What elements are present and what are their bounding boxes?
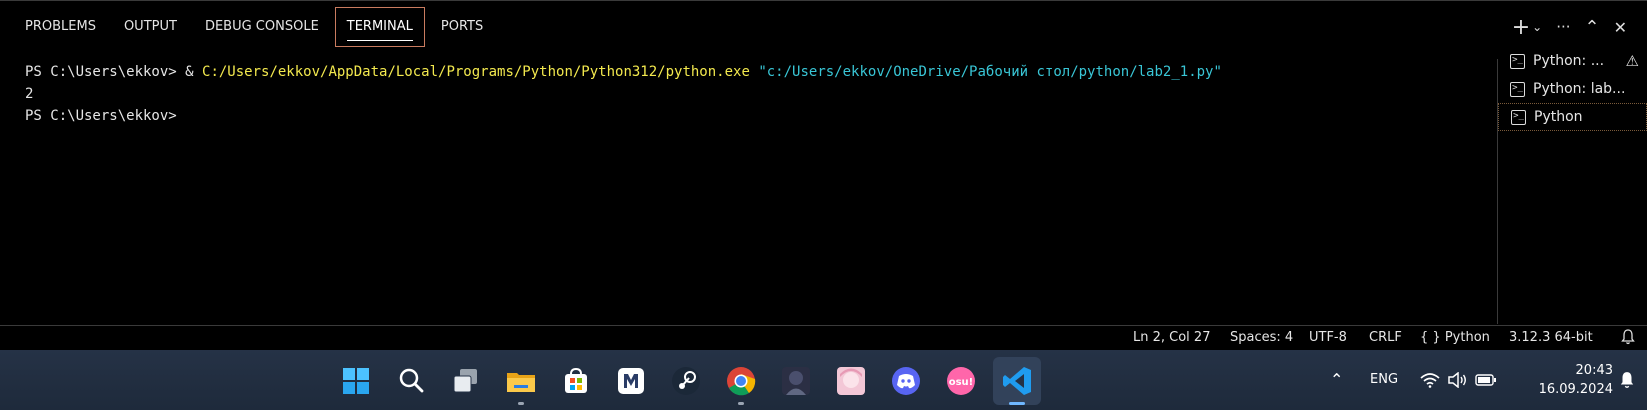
taskbar-notification-bell-icon[interactable] xyxy=(1619,371,1635,389)
osu-label: osu! xyxy=(949,377,974,388)
terminal-list-item[interactable]: >_ Python: ... ⚠ xyxy=(1498,47,1647,75)
warning-icon: ⚠ xyxy=(1625,52,1639,70)
task-view-icon[interactable] xyxy=(450,365,482,397)
input-language[interactable]: ENG xyxy=(1370,350,1398,410)
vscode-icon[interactable] xyxy=(1001,365,1033,397)
running-indicator xyxy=(738,402,744,405)
tab-debug-console[interactable]: DEBUG CONSOLE xyxy=(191,1,333,53)
search-icon[interactable] xyxy=(395,365,427,397)
osu-icon[interactable]: osu! xyxy=(945,365,977,397)
show-hidden-icons-chevron-icon[interactable]: ⌃ xyxy=(1330,350,1343,410)
battery-icon[interactable] xyxy=(1475,373,1497,387)
terminal-icon: >_ xyxy=(1511,109,1526,125)
panel-actions: + ⌄ ··· ⌃ ✕ xyxy=(1498,1,1627,53)
terminal-list-item-active[interactable]: >_ Python xyxy=(1498,103,1647,131)
running-indicator-active xyxy=(1009,402,1025,405)
terminal-icon: >_ xyxy=(1510,53,1525,69)
running-indicator xyxy=(518,402,524,405)
panel-tabs: PROBLEMS OUTPUT DEBUG CONSOLE TERMINAL P… xyxy=(0,1,497,53)
close-panel-icon[interactable]: ✕ xyxy=(1614,18,1627,37)
discord-icon[interactable] xyxy=(890,365,922,397)
microsoft-store-icon[interactable] xyxy=(560,365,592,397)
python-exe-path: C:/Users/ekkov/AppData/Local/Programs/Py… xyxy=(202,64,750,80)
windows-start-icon[interactable] xyxy=(340,365,372,397)
system-clock[interactable]: 20:43 16.09.2024 xyxy=(1539,361,1613,399)
terminal-panel: PROBLEMS OUTPUT DEBUG CONSOLE TERMINAL P… xyxy=(0,0,1647,325)
focus-outline xyxy=(334,7,425,47)
more-actions-icon[interactable]: ··· xyxy=(1556,18,1570,36)
python-interpreter[interactable]: 3.12.3 64-bit xyxy=(1509,330,1593,345)
terminal-list-label: Python: ... xyxy=(1533,53,1605,69)
wifi-icon[interactable] xyxy=(1420,372,1440,388)
file-explorer-icon[interactable] xyxy=(505,365,537,397)
mail-app-icon[interactable] xyxy=(615,365,647,397)
language-label: Python xyxy=(1444,330,1490,345)
chevron-down-icon[interactable]: ⌄ xyxy=(1532,20,1542,34)
notification-bell-icon[interactable] xyxy=(1621,329,1635,345)
terminal-output[interactable]: PS C:\Users\ekkov> & C:/Users/ekkov/AppD… xyxy=(25,61,1222,127)
maximize-panel-icon[interactable]: ⌃ xyxy=(1585,17,1600,38)
script-path: "c:/Users/ekkov/OneDrive/Рабочий стол/py… xyxy=(758,64,1222,80)
volume-icon[interactable] xyxy=(1447,372,1467,388)
line-ending[interactable]: CRLF xyxy=(1369,330,1402,345)
terminal-list-label: Python xyxy=(1534,109,1583,125)
braces-icon: { } xyxy=(1420,330,1441,345)
language-mode[interactable]: { } Python xyxy=(1420,330,1490,345)
clock-date: 16.09.2024 xyxy=(1538,382,1613,397)
indentation[interactable]: Spaces: 4 xyxy=(1230,330,1293,345)
new-terminal-plus-icon[interactable]: + xyxy=(1512,15,1530,40)
tab-terminal[interactable]: TERMINAL xyxy=(333,1,427,53)
cursor-position[interactable]: Ln 2, Col 27 xyxy=(1133,330,1210,345)
prompt-line-2: PS C:\Users\ekkov> xyxy=(25,108,177,124)
tab-problems[interactable]: PROBLEMS xyxy=(0,1,110,53)
clock-time: 20:43 xyxy=(1575,363,1613,378)
steam-icon[interactable] xyxy=(670,365,702,397)
status-bar: Ln 2, Col 27 Spaces: 4 UTF-8 CRLF { } Py… xyxy=(0,325,1647,350)
call-operator: & xyxy=(185,64,203,80)
chrome-icon[interactable] xyxy=(725,365,757,397)
terminal-list: >_ Python: ... ⚠ >_ Python: lab... >_ Py… xyxy=(1498,47,1647,131)
terminal-scrollbar[interactable] xyxy=(1482,59,1496,324)
program-output: 2 xyxy=(25,86,34,102)
terminal-list-item[interactable]: >_ Python: lab... xyxy=(1498,75,1647,103)
terminal-list-label: Python: lab... xyxy=(1533,81,1626,97)
prompt-line-1: PS C:\Users\ekkov> xyxy=(25,64,186,80)
taskbar: osu! ⌃ ENG 20:43 16.09.2024 xyxy=(0,350,1647,410)
tab-ports[interactable]: PORTS xyxy=(427,1,497,53)
anime-app-icon[interactable] xyxy=(835,365,867,397)
encoding[interactable]: UTF-8 xyxy=(1309,330,1347,345)
terminal-icon: >_ xyxy=(1510,81,1525,97)
game-app-icon[interactable] xyxy=(780,365,812,397)
tab-output[interactable]: OUTPUT xyxy=(110,1,191,53)
